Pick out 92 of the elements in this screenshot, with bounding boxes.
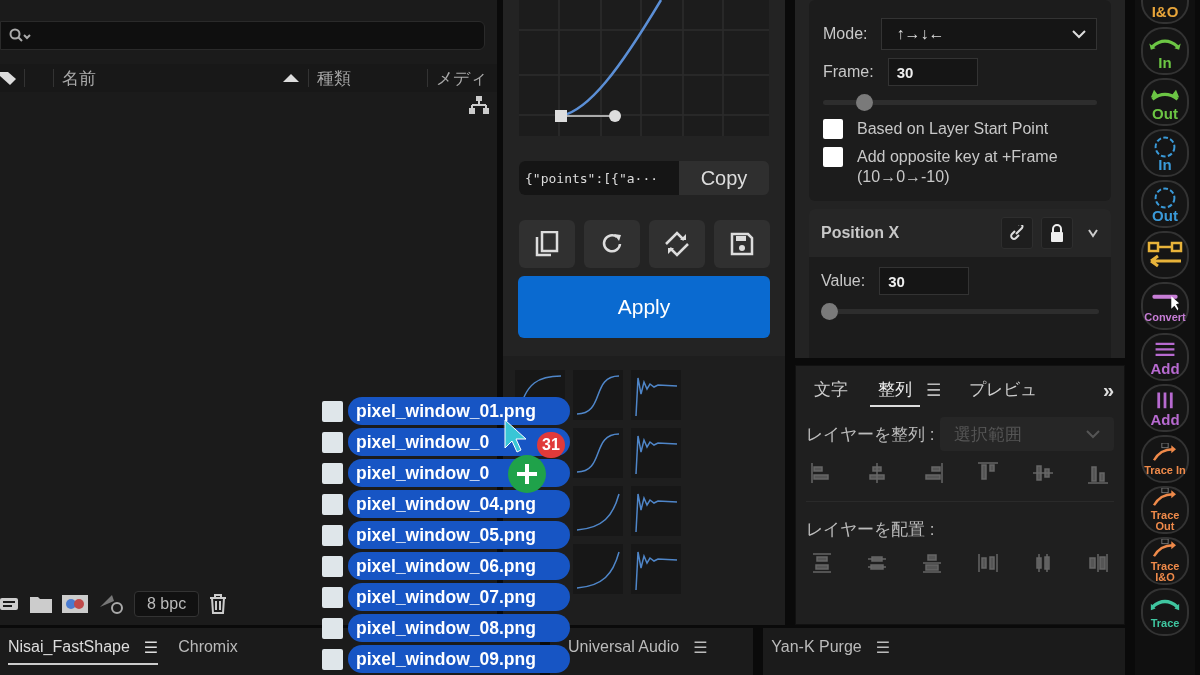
image-thumbnail bbox=[322, 648, 343, 670]
toolbar-button[interactable]: Trace Out bbox=[1141, 486, 1189, 534]
column-header[interactable]: 種類 bbox=[317, 66, 351, 90]
panel-tab[interactable]: プレビュ bbox=[961, 374, 1046, 407]
save-button[interactable] bbox=[713, 220, 770, 268]
curve-graph[interactable] bbox=[519, 0, 769, 136]
image-thumbnail bbox=[322, 462, 343, 484]
distribute-icon[interactable] bbox=[975, 551, 1000, 575]
toolbar-button[interactable]: Add bbox=[1141, 384, 1189, 432]
lock-icon bbox=[1050, 224, 1064, 242]
section-title: Position X bbox=[821, 224, 901, 242]
value-input[interactable]: 30 bbox=[879, 267, 970, 295]
column-header[interactable]: メディ bbox=[436, 66, 487, 90]
panel-tab[interactable]: 整列 bbox=[870, 374, 920, 407]
value-label: Value: bbox=[821, 272, 866, 290]
curve-preset-thumbnail[interactable] bbox=[631, 428, 681, 478]
menu-icon[interactable]: ☰ bbox=[920, 380, 948, 401]
code-field[interactable]: {"points":[{"a··· bbox=[519, 161, 679, 195]
search-icon bbox=[9, 27, 33, 44]
swap-arrow-icon bbox=[1145, 241, 1185, 269]
toolbar-button[interactable]: Trace I&O bbox=[1141, 537, 1189, 585]
panel-tab[interactable]: Chromix bbox=[178, 634, 238, 664]
panel-tab[interactable]: 文字 bbox=[806, 374, 856, 407]
more-tabs-button[interactable]: » bbox=[1102, 379, 1114, 402]
reset-button[interactable] bbox=[583, 220, 640, 268]
toolbar-button[interactable]: Out bbox=[1141, 180, 1189, 228]
sort-ascending-icon bbox=[282, 73, 300, 83]
dragged-file-name: pixel_window_06.png bbox=[348, 552, 570, 580]
frame-slider-thumb[interactable] bbox=[856, 94, 874, 111]
link-icon bbox=[1009, 225, 1025, 241]
flip-button[interactable] bbox=[648, 220, 705, 268]
panel-tab[interactable]: Nisai_FastShape ☰ bbox=[8, 634, 159, 665]
checkbox-label: Based on Layer Start Point bbox=[857, 119, 1050, 139]
dragged-file-name: pixel_window_09.png bbox=[348, 645, 570, 673]
curve-preset-thumbnail[interactable] bbox=[573, 544, 623, 594]
frame-input[interactable]: 30 bbox=[887, 58, 978, 86]
toolbar-button[interactable]: Trace In bbox=[1141, 435, 1189, 483]
toolbar-button[interactable]: Add bbox=[1141, 333, 1189, 381]
folder-icon[interactable] bbox=[30, 595, 52, 613]
dragged-file-name: pixel_window_08.png bbox=[348, 614, 570, 642]
column-header[interactable]: 名前 bbox=[62, 66, 96, 90]
toolbar-button[interactable]: In bbox=[1141, 129, 1189, 177]
hierarchy-icon[interactable] bbox=[469, 96, 489, 114]
lock-button[interactable] bbox=[1041, 217, 1073, 249]
value-slider-thumb[interactable] bbox=[821, 303, 838, 320]
checkbox-label: Add opposite key at +Frame (10→0→-10) bbox=[857, 147, 1059, 187]
curve-preset-thumbnail[interactable] bbox=[631, 544, 681, 594]
curve-preset-thumbnail[interactable] bbox=[573, 486, 623, 536]
toolbar-button[interactable]: Out bbox=[1141, 78, 1189, 126]
distribute-icon[interactable] bbox=[810, 551, 834, 575]
trash-icon[interactable] bbox=[209, 594, 228, 614]
chevron-down-icon bbox=[1086, 429, 1100, 439]
image-thumbnail bbox=[322, 586, 343, 608]
duplicate-button[interactable] bbox=[518, 220, 575, 268]
chevron-down-icon[interactable] bbox=[1087, 228, 1099, 238]
frame-label: Frame: bbox=[823, 63, 874, 81]
image-thumbnail bbox=[322, 524, 343, 546]
link-button[interactable] bbox=[1001, 217, 1033, 249]
curve-preset-thumbnail[interactable] bbox=[573, 428, 623, 478]
image-thumbnail bbox=[322, 431, 343, 453]
image-thumbnail bbox=[322, 400, 343, 422]
align-label: レイヤーを整列 : bbox=[806, 423, 935, 446]
add-icon bbox=[507, 454, 547, 494]
toolbar-button[interactable]: In bbox=[1141, 27, 1189, 75]
mode-label: Mode: bbox=[823, 25, 868, 43]
image-thumbnail bbox=[322, 493, 343, 515]
toolbar-button[interactable]: Convert bbox=[1141, 282, 1189, 330]
toolbar-button[interactable]: Trace bbox=[1141, 588, 1189, 636]
curve-preset-thumbnail[interactable] bbox=[573, 370, 623, 420]
apply-button[interactable]: Apply bbox=[518, 276, 770, 338]
toolbar-button[interactable] bbox=[1141, 231, 1189, 279]
comment-icon[interactable] bbox=[0, 596, 20, 612]
dragged-file-name: pixel_window_04.png bbox=[348, 490, 570, 518]
save-icon bbox=[729, 232, 754, 256]
dragged-file-name: pixel_window_01.png bbox=[348, 397, 570, 425]
image-thumbnail bbox=[322, 617, 343, 639]
search-field[interactable] bbox=[0, 21, 485, 50]
dragged-file-name: pixel_window_07.png bbox=[348, 583, 570, 611]
composition-icon[interactable] bbox=[62, 595, 88, 613]
duplicate-icon bbox=[534, 231, 559, 257]
curve-preset-thumbnail[interactable] bbox=[631, 370, 681, 420]
tag-icon bbox=[0, 70, 18, 86]
mode-dropdown[interactable]: ↑→↓← bbox=[881, 18, 1097, 50]
toolbar-button[interactable]: I&O bbox=[1141, 0, 1189, 24]
chevron-down-icon bbox=[1072, 29, 1086, 39]
checkbox[interactable] bbox=[823, 119, 843, 139]
checkbox[interactable] bbox=[823, 147, 843, 167]
distribute-label: レイヤーを配置 : bbox=[806, 519, 935, 541]
bit-depth-button[interactable]: 8 bpc bbox=[134, 591, 200, 617]
curve-preset-thumbnail[interactable] bbox=[631, 486, 681, 536]
image-thumbnail bbox=[322, 555, 343, 577]
dragged-file-name: pixel_window_05.png bbox=[348, 521, 570, 549]
